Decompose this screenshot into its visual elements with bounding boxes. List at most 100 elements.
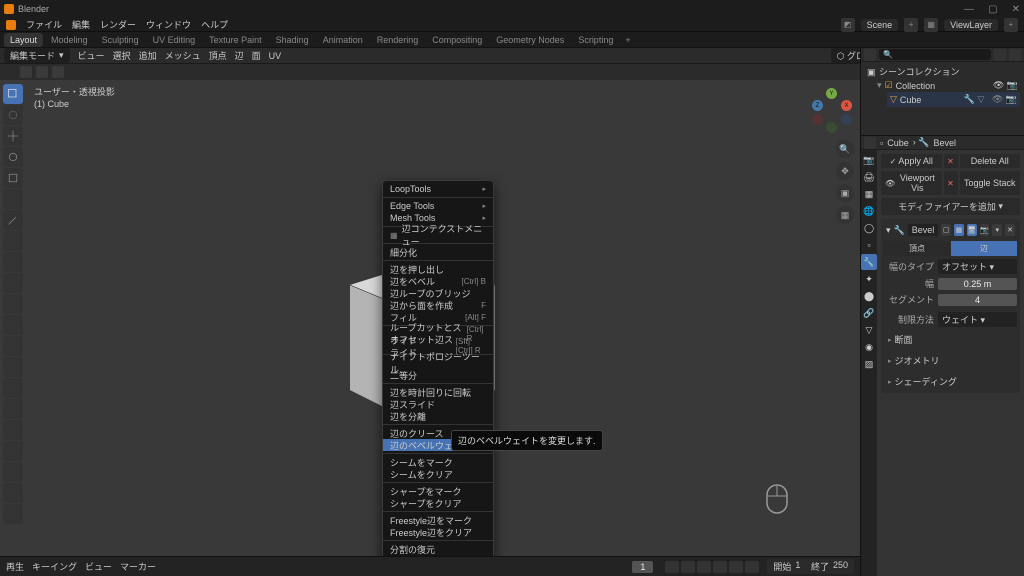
tab-geonodes[interactable]: Geometry Nodes (490, 33, 570, 47)
tool-polybuild[interactable] (3, 378, 23, 398)
ptab-world[interactable]: ◯ (861, 220, 877, 236)
scene-new[interactable]: + (904, 18, 918, 32)
cm-clear-sharp[interactable]: シャープをクリア (383, 497, 493, 509)
mod-section-shading[interactable]: シェーディング (884, 373, 1017, 390)
cm-mark-seam[interactable]: シームをマーク (383, 456, 493, 468)
viewport-3d[interactable]: ユーザー・透視投影 (1) Cube X Y Z 🔍 ✥ ▣ (0, 80, 860, 556)
cm-mark-freestyle[interactable]: Freestyle辺をマーク (383, 514, 493, 526)
scene-selector[interactable]: Scene (861, 19, 899, 31)
menu-help[interactable]: ヘルプ (201, 18, 228, 31)
tool-cursor[interactable] (3, 105, 23, 125)
mod-show-cage[interactable]: ▢ (941, 224, 951, 236)
tl-playback[interactable]: 再生 (6, 560, 24, 573)
add-modifier-button[interactable]: モディファイアーを追加 ▾ (881, 198, 1020, 215)
viewlayer-icon[interactable]: ▦ (924, 18, 938, 32)
outliner-new-coll[interactable] (1009, 49, 1021, 61)
nav-gizmo[interactable]: X Y Z (808, 88, 854, 134)
limit-select[interactable]: ウェイト ▾ (938, 312, 1017, 327)
tl-view[interactable]: ビュー (85, 560, 112, 573)
vh-view[interactable]: ビュー (78, 49, 105, 62)
apply-all-x[interactable]: ✕ (944, 154, 958, 168)
outliner-type[interactable] (864, 49, 876, 61)
tool-select-box[interactable] (3, 84, 23, 104)
cm-edge-split[interactable]: 辺を分離 (383, 410, 493, 422)
axis-y[interactable]: Y (826, 88, 837, 99)
viewport-vis-x[interactable]: ✕ (944, 171, 958, 195)
tool-move[interactable] (3, 126, 23, 146)
bevel-tab-edge[interactable]: 辺 (951, 241, 1017, 256)
cm-extrude-edge[interactable]: 辺を押し出し (383, 263, 493, 275)
app-icon[interactable] (6, 20, 16, 30)
cm-mark-sharp[interactable]: シャープをマーク (383, 485, 493, 497)
tl-marker[interactable]: マーカー (120, 560, 156, 573)
tool-scale[interactable] (3, 168, 23, 188)
tab-uvediting[interactable]: UV Editing (147, 33, 202, 47)
maximize-button[interactable]: ▢ (988, 4, 997, 15)
width-type-select[interactable]: オフセット ▾ (938, 259, 1017, 274)
prop-pin[interactable] (864, 137, 876, 149)
ptab-particles[interactable]: ✦ (861, 271, 877, 287)
ts-icon-1[interactable] (20, 66, 32, 78)
vh-face[interactable]: 面 (252, 49, 261, 62)
ts-icon-3[interactable] (52, 66, 64, 78)
ptab-texture[interactable]: ▨ (861, 356, 877, 372)
tool-bevel[interactable] (3, 315, 23, 335)
cm-clear-seam[interactable]: シームをクリア (383, 468, 493, 480)
tool-transform[interactable] (3, 189, 23, 209)
outliner-filter[interactable] (994, 49, 1006, 61)
vh-add[interactable]: 追加 (139, 49, 157, 62)
vh-mesh[interactable]: メッシュ (165, 49, 201, 62)
ptab-material[interactable]: ◉ (861, 339, 877, 355)
tl-keying[interactable]: キーイング (32, 560, 77, 573)
menu-window[interactable]: ウィンドウ (146, 18, 191, 31)
tool-shrink[interactable] (3, 462, 23, 482)
outliner-search[interactable]: 🔍 (879, 49, 991, 60)
cm-rotate-edge-cw[interactable]: 辺を時計回りに回転 (383, 386, 493, 398)
ptab-scene[interactable]: 🌐 (861, 203, 877, 219)
viewlayer-new[interactable]: + (1004, 18, 1018, 32)
mod-collapse[interactable]: ▾ (886, 225, 891, 236)
add-workspace[interactable]: + (621, 35, 634, 45)
play-reverse[interactable] (697, 561, 711, 573)
tab-rendering[interactable]: Rendering (371, 33, 425, 47)
cm-bridge-loops[interactable]: 辺ループのブリッジ (383, 287, 493, 299)
ptab-modifiers[interactable]: 🔧 (861, 254, 877, 270)
viewlayer-selector[interactable]: ViewLayer (944, 19, 998, 31)
mod-show-render[interactable]: 📷 (980, 224, 990, 236)
mod-name-field[interactable]: Bevel (908, 224, 939, 236)
cm-looptools[interactable]: LoopTools (383, 183, 493, 195)
tab-sculpting[interactable]: Sculpting (96, 33, 145, 47)
tool-annotate[interactable] (3, 210, 23, 230)
prop-breadcrumb[interactable]: ▫ Cube › 🔧 Bevel (880, 137, 956, 148)
vh-vertex[interactable]: 頂点 (209, 49, 227, 62)
ptab-object[interactable]: ▫ (861, 237, 877, 253)
tool-shear[interactable] (3, 483, 23, 503)
play[interactable] (713, 561, 727, 573)
ptab-data[interactable]: ▽ (861, 322, 877, 338)
apply-all-button[interactable]: ✓ Apply All (881, 154, 942, 168)
ot-object-cube[interactable]: ▽Cube🔧 ▽ 👁 📷 (887, 92, 1020, 107)
tab-shading[interactable]: Shading (270, 33, 315, 47)
mod-section-geometry[interactable]: ジオメトリ (884, 352, 1017, 369)
cm-edge-face[interactable]: 辺から面を作成F (383, 299, 493, 311)
mod-section-profile[interactable]: 断面 (884, 331, 1017, 348)
tool-rotate[interactable] (3, 147, 23, 167)
toggle-stack-button[interactable]: Toggle Stack (960, 171, 1021, 195)
camera-button[interactable]: ▣ (836, 184, 854, 202)
frame-range[interactable]: 開始 1 終了 250 (767, 559, 854, 574)
vh-edge[interactable]: 辺 (235, 49, 244, 62)
tab-animation[interactable]: Animation (317, 33, 369, 47)
mod-show-editmode[interactable]: ▦ (954, 224, 964, 236)
ptab-render[interactable]: 📷 (861, 152, 877, 168)
ot-collection[interactable]: ▾☑Collection👁 📷 (875, 79, 1020, 92)
tab-scripting[interactable]: Scripting (572, 33, 619, 47)
step-fwd[interactable] (729, 561, 743, 573)
segments-input[interactable]: 4 (938, 294, 1017, 306)
ptab-physics[interactable]: ⬤ (861, 288, 877, 304)
persp-button[interactable]: ▦ (836, 206, 854, 224)
axis-neg-x[interactable] (812, 114, 823, 125)
ptab-constraints[interactable]: 🔗 (861, 305, 877, 321)
tool-edgeslide[interactable] (3, 441, 23, 461)
menu-render[interactable]: レンダー (100, 18, 136, 31)
mod-delete[interactable]: ✕ (1005, 224, 1015, 236)
